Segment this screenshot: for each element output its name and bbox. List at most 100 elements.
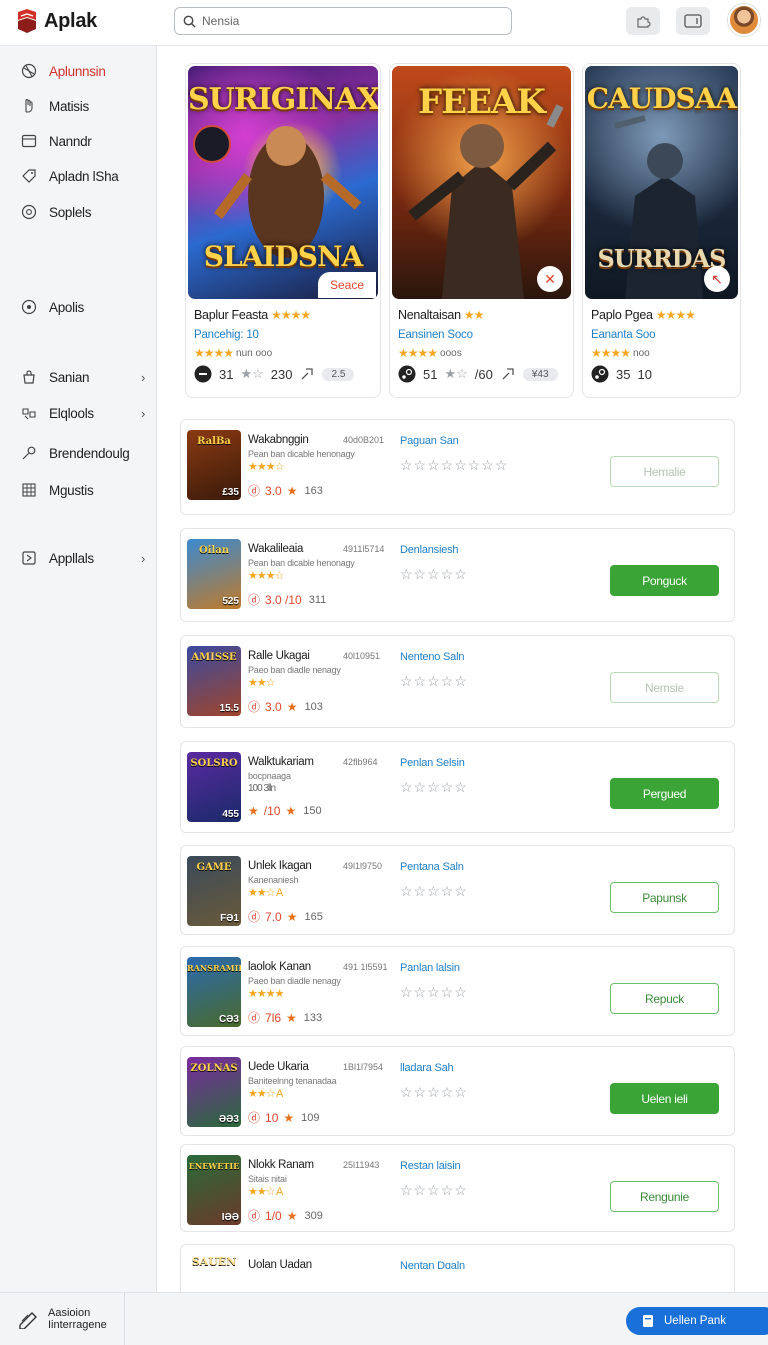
sidebar-item-label: Aplunnsin xyxy=(49,63,106,79)
game-thumbnail[interactable]: GAME FƏ1 xyxy=(187,856,241,926)
game-thumbnail[interactable]: AMISSE 15.5 xyxy=(187,646,241,716)
game-code: 491 1l5591 xyxy=(343,962,388,972)
star-outline-icon: ★☆ xyxy=(444,366,468,381)
publisher-link[interactable]: Nenteno Saln xyxy=(400,651,464,663)
list-item[interactable]: GAME FƏ1 Unlek Ikagan 49l1l9750 Kanenani… xyxy=(180,845,735,935)
row-action-button[interactable]: Nemsie xyxy=(610,672,719,703)
game-cover-image[interactable]: CAUDSAA SURRDAS ↖ xyxy=(585,66,738,299)
sidebar-item-apolis[interactable]: Apolis xyxy=(0,292,157,322)
game-title[interactable]: Nlokk Ranam xyxy=(248,1159,314,1171)
search-bar[interactable] xyxy=(174,7,512,35)
chevron-right-icon: › xyxy=(140,550,145,566)
list-item[interactable]: AMISSE 15.5 Ralle Ukagai 40l10951 Paeo b… xyxy=(180,635,735,728)
game-title[interactable]: laolok Kanan xyxy=(248,961,311,973)
row-action-button[interactable]: Repuck xyxy=(610,983,719,1014)
list-item[interactable]: ENEWETIE IƏƏ Nlokk Ranam 25l11943 Sitais… xyxy=(180,1144,735,1232)
row-action-button[interactable]: Papunsk xyxy=(610,882,719,913)
sidebar-item-apladn[interactable]: Apladn lSha xyxy=(0,161,157,191)
row-action-button[interactable]: Uelen ieli xyxy=(610,1083,719,1114)
list-item[interactable]: RalBa £35 Wakabnggin 40d0B201 Pean ban d… xyxy=(180,419,735,515)
sidebar-item-elqlools[interactable]: Elqlools › xyxy=(0,398,157,428)
featured-card[interactable]: CAUDSAA SURRDAS ↖ Paplo Pgea ★★★★ Eanant… xyxy=(582,63,741,398)
gamepad-icon xyxy=(21,405,37,421)
developer-name[interactable]: Eananta Soo xyxy=(591,329,656,341)
bottom-left-panel[interactable]: Aasioion Iinterragene xyxy=(0,1293,125,1345)
featured-card[interactable]: FEEAK ✕ Nenaltaisan ★★ Eansinen Soco ★★★… xyxy=(389,63,574,398)
sidebar-item-soplels[interactable]: Soplels xyxy=(0,197,157,227)
search-badge[interactable]: Seace xyxy=(317,272,376,298)
featured-card[interactable]: SURIGINAX SLAIDSNA Seace Baplur Feasta ★… xyxy=(185,63,381,398)
game-thumbnail[interactable]: RANSRAMIE CƏ3 xyxy=(187,957,241,1027)
rate-stars[interactable]: ☆☆☆☆☆ xyxy=(400,673,468,690)
row-action-button[interactable]: Ponguck xyxy=(610,565,719,596)
sidebar-item-label: Matisis xyxy=(49,98,89,114)
sidebar-item-brendendoulg[interactable]: Brendendoulg xyxy=(0,438,157,468)
close-icon[interactable]: ✕ xyxy=(537,266,563,292)
rate-stars[interactable]: ☆☆☆☆☆ xyxy=(400,779,468,796)
publisher-link[interactable]: Paguan San xyxy=(400,435,459,447)
sidebar-item-mgustis[interactable]: Mgustis xyxy=(0,475,157,505)
game-thumbnail[interactable]: RalBa £35 xyxy=(187,430,241,500)
star-icon: ★ xyxy=(286,909,298,924)
puzzle-button[interactable] xyxy=(626,7,660,35)
game-title[interactable]: Ralle Ukagai xyxy=(248,650,310,662)
game-thumbnail[interactable]: Oilan 525 xyxy=(187,539,241,609)
window-button[interactable] xyxy=(676,7,710,35)
external-link-icon[interactable]: ↖ xyxy=(704,266,730,292)
rating-badge-icon: ⓓ xyxy=(248,1111,261,1125)
developer-name[interactable]: Eansinen Soco xyxy=(398,329,473,341)
rate-stars[interactable]: ☆☆☆☆☆ xyxy=(400,1084,468,1101)
list-item[interactable]: SOLSRO 455 Walktukariam 42flb964 bocpnaa… xyxy=(180,741,735,833)
game-title[interactable]: Uolan Uadan xyxy=(248,1259,312,1271)
publisher-link[interactable]: Restan laisin xyxy=(400,1160,461,1172)
row-action-button[interactable]: Rengunie xyxy=(610,1181,719,1212)
game-title[interactable]: Unlek Ikagan xyxy=(248,860,312,872)
list-item[interactable]: SAUEN Uolan Uadan Nentan Dɑaln xyxy=(180,1244,735,1292)
globe-icon xyxy=(21,63,37,79)
rate-stars[interactable]: ☆☆☆☆☆ xyxy=(400,883,468,900)
user-avatar[interactable] xyxy=(728,4,760,36)
rating-stars: ★★ xyxy=(463,308,484,322)
row-action-button[interactable]: Pergued xyxy=(610,778,719,809)
row-action-button[interactable]: Hemalie xyxy=(610,456,719,487)
list-item[interactable]: Oilan 525 Wakalileaia 4911l5714 Pean ban… xyxy=(180,528,735,622)
game-title[interactable]: Wakalileaia xyxy=(248,543,303,555)
publisher-link[interactable]: Panlan lalsin xyxy=(400,962,460,974)
sidebar-item-matisis[interactable]: Matisis xyxy=(0,91,157,121)
game-title[interactable]: Wakabnggin xyxy=(248,434,309,446)
sidebar-item-sanian[interactable]: Sanian › xyxy=(0,362,157,392)
developer-name[interactable]: Pancehig: 10 xyxy=(194,329,259,341)
game-title[interactable]: Walktukariam xyxy=(248,756,314,768)
game-thumbnail[interactable]: SAUEN xyxy=(187,1253,241,1293)
star-icon: ★ xyxy=(286,699,298,714)
rate-stars[interactable]: ☆☆☆☆☆ xyxy=(400,1182,468,1199)
rate-stars[interactable]: ☆☆☆☆☆ xyxy=(400,566,468,583)
game-description: Sitais nitai xyxy=(248,1174,287,1184)
rate-stars[interactable]: ☆☆☆☆☆☆☆☆ xyxy=(400,457,508,474)
sidebar-item-appllals[interactable]: Appllals › xyxy=(0,543,157,573)
app-logo[interactable]: Aplak xyxy=(16,8,97,34)
publisher-link[interactable]: lladara Sah xyxy=(400,1062,454,1074)
list-item[interactable]: RANSRAMIE CƏ3 laolok Kanan 491 1l5591 Pa… xyxy=(180,946,735,1036)
publisher-link[interactable]: Penlan Selsin xyxy=(400,757,465,769)
sub-rating: ★★★★ ooos xyxy=(398,346,462,360)
game-title[interactable]: Uede Ukaria xyxy=(248,1061,309,1073)
game-thumbnail[interactable]: ENEWETIE IƏƏ xyxy=(187,1155,241,1225)
bottom-cta-button[interactable]: Uellen Pank xyxy=(626,1307,768,1335)
publisher-link[interactable]: Nentan Dɑaln xyxy=(400,1260,465,1272)
publisher-link[interactable]: Denlansiesh xyxy=(400,544,459,556)
sidebar-item-aplunnsin[interactable]: Aplunnsin xyxy=(0,56,157,86)
game-thumbnail[interactable]: SOLSRO 455 xyxy=(187,752,241,822)
game-cover-image[interactable]: FEEAK ✕ xyxy=(392,66,571,299)
list-item[interactable]: ZOLNAS ƏƏ3 Uede Ukaria 1Bl1l7954 Banitee… xyxy=(180,1046,735,1136)
publisher-link[interactable]: Pentana Saln xyxy=(400,861,464,873)
rate-stars[interactable]: ☆☆☆☆☆ xyxy=(400,984,468,1001)
search-input[interactable] xyxy=(202,14,492,28)
game-thumbnail[interactable]: ZOLNAS ƏƏ3 xyxy=(187,1057,241,1127)
rating-badge-icon: ⓓ xyxy=(248,910,261,924)
app-icon xyxy=(21,550,37,566)
game-cover-image[interactable]: SURIGINAX SLAIDSNA Seace xyxy=(188,66,378,299)
rating-badge-icon: ⓓ xyxy=(248,700,261,714)
game-description: Paeo ban diadle nenagy xyxy=(248,665,341,675)
sidebar-item-nanndr[interactable]: Nanndr xyxy=(0,126,157,156)
